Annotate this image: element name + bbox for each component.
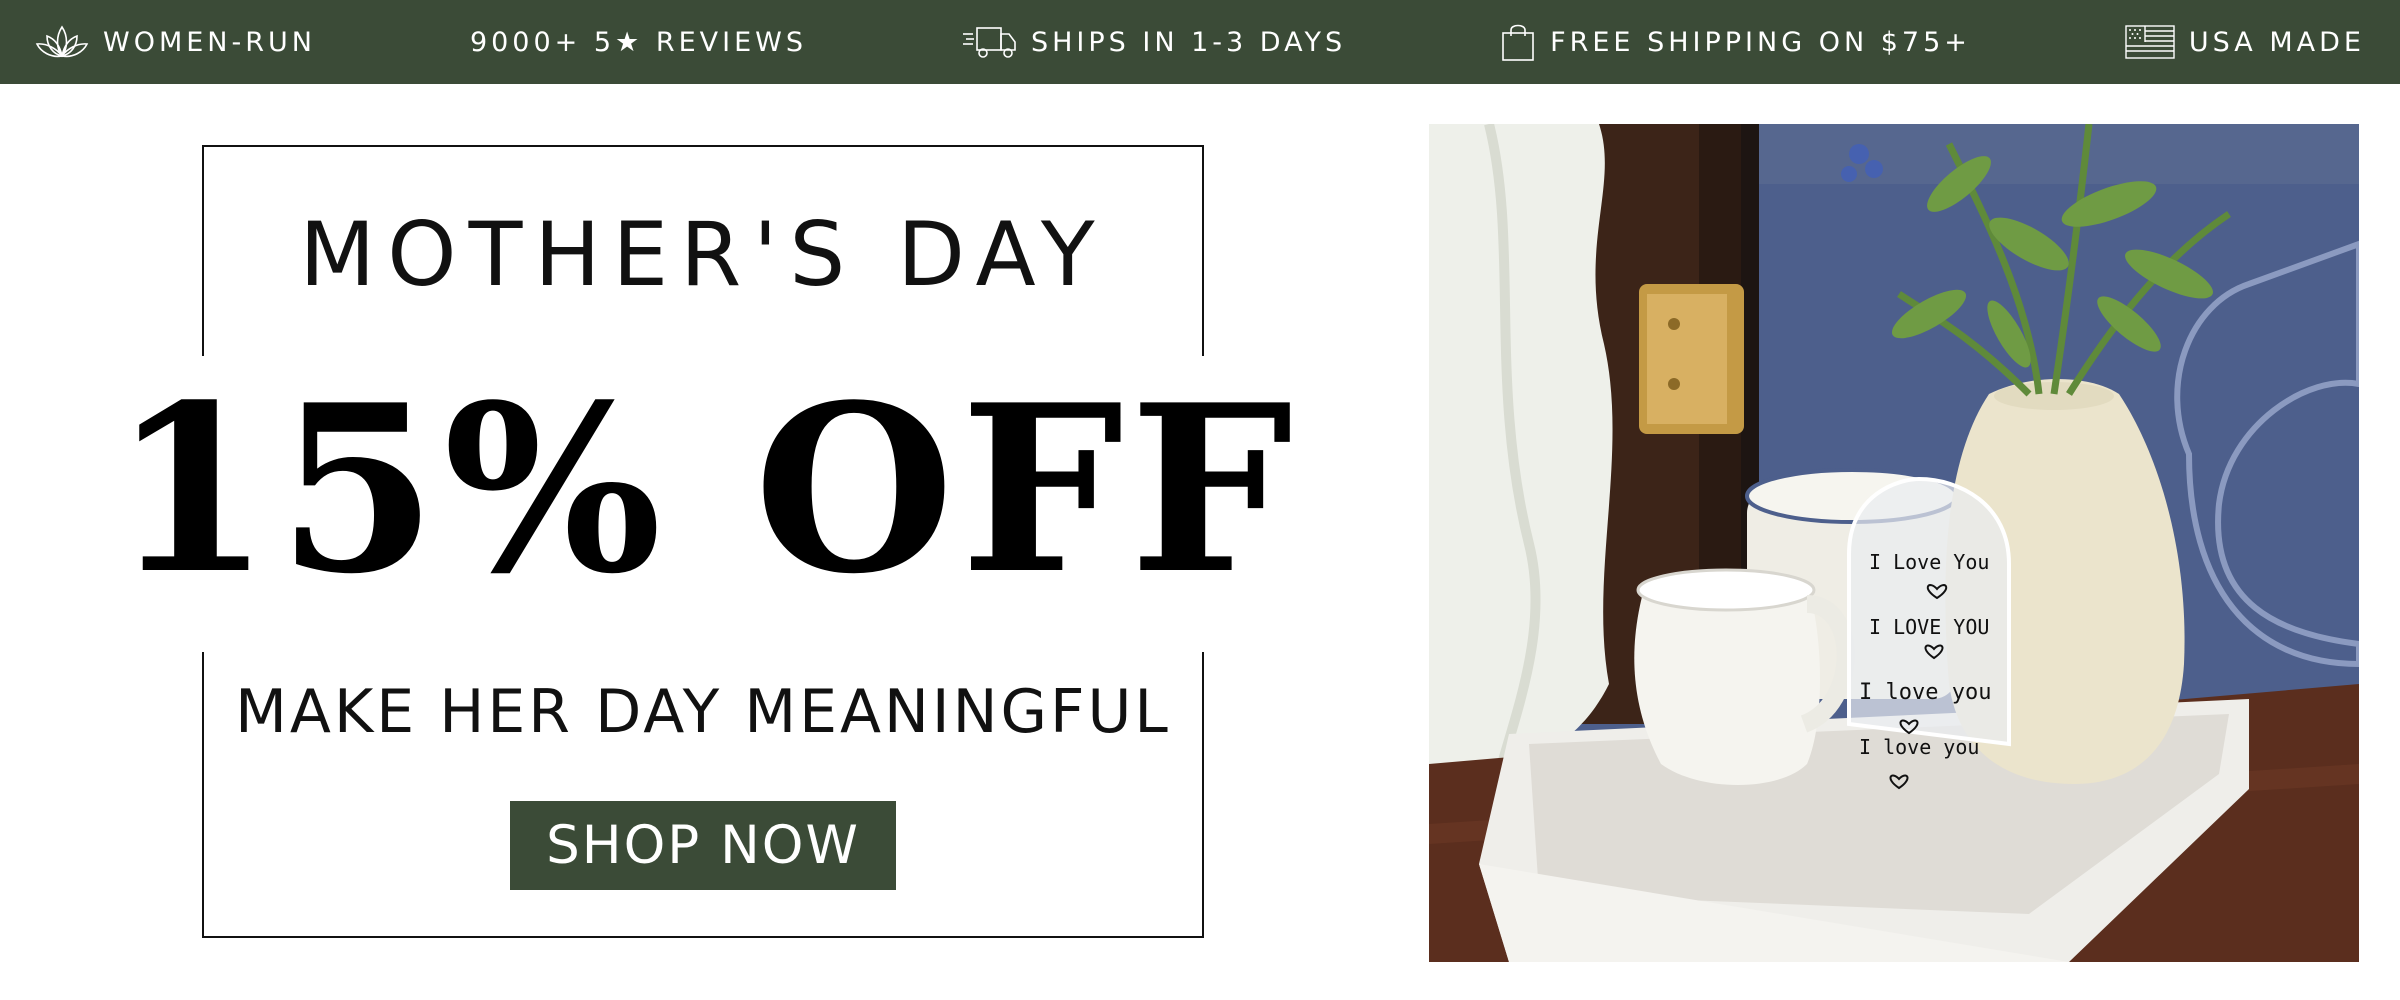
benefit-usa-made: USA MADE (2125, 25, 2365, 59)
benefits-bar: WOMEN-RUN 9000+ 5★ REVIEWS SHIPS IN 1-3 … (0, 0, 2400, 84)
delivery-truck-icon (962, 27, 1016, 58)
product-photo[interactable]: I Love You I LOVE YOU I love you I love … (1429, 124, 2359, 962)
us-flag-icon (2125, 25, 2175, 59)
product-photo-illustration: I Love You I LOVE YOU I love you I love … (1429, 124, 2359, 962)
promo-subheadline: MAKE HER DAY MEANINGFUL (235, 677, 1171, 747)
plaque-line-3: I love you (1859, 680, 1991, 705)
benefit-label: WOMEN-RUN (103, 26, 316, 58)
promo-headline: 15% OFF (111, 355, 1299, 625)
plaque-line-1: I Love You (1869, 550, 1989, 574)
benefit-label: FREE SHIPPING ON $75+ (1550, 26, 1971, 58)
plaque-line-4: I love you (1859, 735, 1979, 759)
benefit-fast-shipping: SHIPS IN 1-3 DAYS (961, 24, 1346, 60)
benefit-free-shipping: FREE SHIPPING ON $75+ (1500, 22, 1971, 62)
benefit-reviews: 9000+ 5★ REVIEWS (470, 27, 807, 58)
plaque-line-2: I LOVE YOU (1869, 615, 1989, 639)
benefit-label: SHIPS IN 1-3 DAYS (1030, 26, 1347, 58)
promo-eyebrow: MOTHER'S DAY (299, 203, 1107, 306)
lotus-icon (35, 25, 89, 58)
benefit-women-run: WOMEN-RUN (35, 24, 316, 60)
shopping-bag-icon (1502, 24, 1534, 61)
shop-now-button[interactable]: SHOP NOW (510, 801, 896, 890)
benefit-label: 9000+ 5★ REVIEWS (469, 26, 807, 58)
benefit-label: USA MADE (2188, 26, 2365, 58)
